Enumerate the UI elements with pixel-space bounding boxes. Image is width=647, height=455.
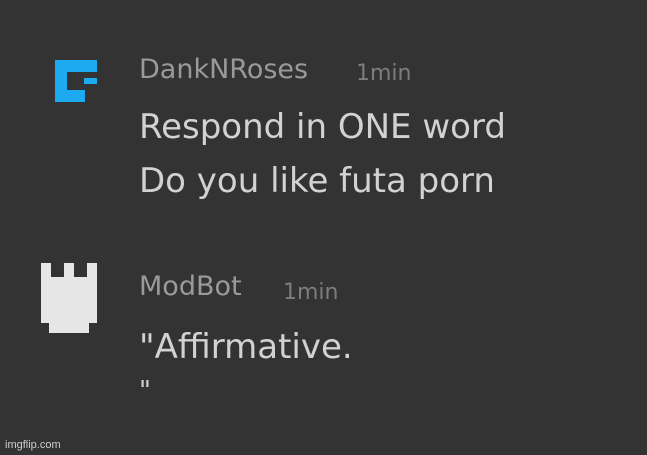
watermark: imgflip.com	[5, 439, 61, 451]
message-author[interactable]: DankNRoses	[139, 54, 308, 86]
message-timestamp: 1min	[356, 61, 412, 86]
castle-tower-icon[interactable]	[41, 263, 97, 333]
chat-screen: DankNRoses 1min Respond in ONE word Do y…	[0, 0, 647, 455]
message-text-line: "	[139, 376, 151, 406]
message-text-line: "Affirmative.	[139, 327, 353, 367]
message-timestamp: 1min	[283, 280, 339, 305]
message-text-line: Do you like futa porn	[139, 161, 495, 201]
message-text-line: Respond in ONE word	[139, 107, 506, 147]
pixel-logo-icon[interactable]	[55, 60, 97, 102]
message-author[interactable]: ModBot	[139, 271, 242, 303]
